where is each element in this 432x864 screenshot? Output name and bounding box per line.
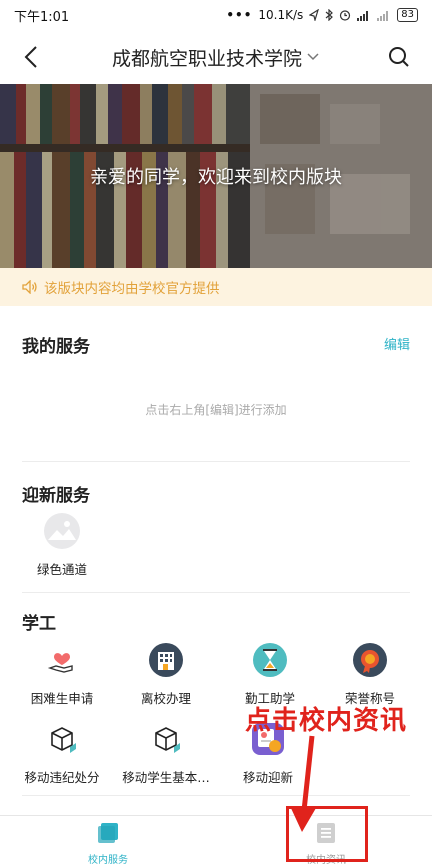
- service-item-hardship-application[interactable]: 困难生申请: [14, 640, 110, 707]
- status-bar: 下午1:01 ••• 10.1K/s 83: [0, 0, 432, 30]
- welcome-services-title: 迎新服务: [22, 486, 90, 506]
- heart-hand-icon: [42, 640, 82, 680]
- box-icon: [42, 719, 82, 759]
- image-placeholder-icon: [42, 511, 82, 551]
- search-icon: [389, 47, 409, 67]
- service-item-label: 离校办理: [140, 691, 191, 706]
- chevron-down-icon: [307, 53, 319, 61]
- divider: [22, 461, 410, 462]
- student-affairs-title: 学工: [22, 614, 56, 634]
- building-icon: [146, 640, 186, 680]
- service-item-mobile-discipline[interactable]: 移动违纪处分: [14, 719, 110, 786]
- chevron-left-icon: [24, 46, 37, 68]
- speaker-icon: [22, 280, 37, 294]
- bluetooth-icon: [325, 9, 334, 21]
- service-item-leave-school[interactable]: 离校办理: [118, 640, 214, 707]
- box-icon: [146, 719, 186, 759]
- status-time: 下午1:01: [14, 9, 70, 25]
- service-item-honorary-title[interactable]: 荣誉称号: [322, 640, 418, 707]
- service-item-work-study[interactable]: 勤工助学: [222, 640, 318, 707]
- banner: 亲爱的同学，欢迎来到校内版块: [0, 84, 432, 268]
- location-icon: [309, 9, 320, 21]
- empty-hint: 点击右上角[编辑]进行添加: [145, 403, 287, 417]
- medal-icon: [350, 640, 390, 680]
- edit-link[interactable]: 编辑: [384, 334, 410, 353]
- alarm-icon: [340, 10, 351, 21]
- service-item-label: 移动迎新: [242, 770, 293, 785]
- service-item-label: 移动学生基本…: [122, 770, 210, 785]
- signal-icon: [357, 11, 369, 21]
- page-title: 成都航空职业技术学院: [111, 47, 302, 70]
- battery-icon: 83: [397, 8, 418, 22]
- search-button[interactable]: [382, 40, 416, 74]
- nav-bar: 成都航空职业技术学院: [0, 30, 432, 84]
- service-item-mobile-student-basic[interactable]: 移动学生基本…: [118, 719, 214, 786]
- signal-2-icon: [377, 11, 389, 21]
- service-item-label: 移动违纪处分: [24, 770, 100, 785]
- annotation-highlight-box: [286, 806, 368, 862]
- school-selector[interactable]: 成都航空职业技术学院: [112, 44, 320, 71]
- service-item-green-channel[interactable]: 绿色通道: [14, 511, 110, 578]
- service-item-label: 绿色通道: [36, 562, 87, 577]
- notice-bar: 该版块内容均由学校官方提供: [0, 268, 432, 306]
- divider: [22, 592, 410, 593]
- service-item-label: 困难生申请: [30, 691, 94, 706]
- tab-label: 校内服务: [88, 855, 128, 864]
- hourglass-icon: [250, 640, 290, 680]
- back-button[interactable]: [14, 40, 48, 74]
- status-indicators: ••• 10.1K/s 83: [226, 8, 418, 22]
- notice-text: 该版块内容均由学校官方提供: [44, 281, 220, 297]
- services-tab-icon: [98, 823, 118, 843]
- network-speed: 10.1K/s: [258, 8, 304, 22]
- my-services-title: 我的服务: [22, 337, 90, 357]
- banner-welcome-text: 亲爱的同学，欢迎来到校内版块: [90, 167, 342, 188]
- divider: [22, 795, 410, 796]
- annotation-text: 点击校内资讯: [245, 706, 408, 736]
- notification-dots: •••: [226, 8, 253, 22]
- tab-campus-services[interactable]: 校内服务: [48, 822, 168, 864]
